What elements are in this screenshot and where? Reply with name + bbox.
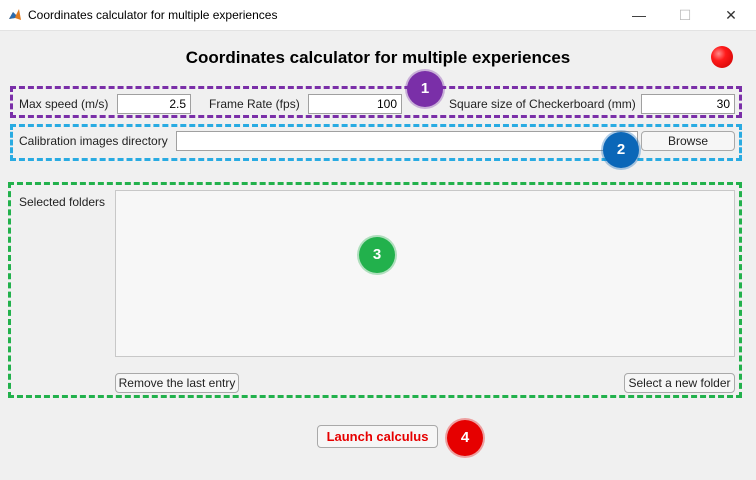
selected-folders-label: Selected folders xyxy=(19,195,106,209)
max-speed-field[interactable] xyxy=(117,94,191,114)
window-titlebar[interactable]: Coordinates calculator for multiple expe… xyxy=(0,0,756,31)
select-new-folder-button[interactable]: Select a new folder xyxy=(624,373,735,393)
maximize-button[interactable]: ☐ xyxy=(662,0,708,30)
marker-4-badge: 4 xyxy=(447,420,483,456)
page-title: Coordinates calculator for multiple expe… xyxy=(185,48,571,67)
window-title: Coordinates calculator for multiple expe… xyxy=(28,8,278,22)
marker-2-badge: 2 xyxy=(603,132,639,168)
selected-folders-list[interactable] xyxy=(115,190,735,357)
close-button[interactable]: ✕ xyxy=(708,0,754,30)
calibration-directory-field[interactable] xyxy=(176,131,638,151)
status-indicator-icon xyxy=(711,46,733,68)
frame-rate-field[interactable] xyxy=(308,94,402,114)
minimize-button[interactable]: — xyxy=(616,0,662,30)
square-size-field[interactable] xyxy=(641,94,735,114)
calibration-label: Calibration images directory xyxy=(19,134,168,148)
matlab-app-icon xyxy=(8,8,22,22)
marker-3-badge: 3 xyxy=(359,237,395,273)
remove-last-entry-button[interactable]: Remove the last entry xyxy=(115,373,239,393)
marker-1-badge: 1 xyxy=(407,71,443,107)
launch-calculus-button[interactable]: Launch calculus xyxy=(317,425,438,448)
browse-button[interactable]: Browse xyxy=(641,131,735,151)
max-speed-label: Max speed (m/s) xyxy=(19,97,109,111)
square-size-label: Square size of Checkerboard (mm) xyxy=(449,97,636,111)
frame-rate-label: Frame Rate (fps) xyxy=(209,97,300,111)
